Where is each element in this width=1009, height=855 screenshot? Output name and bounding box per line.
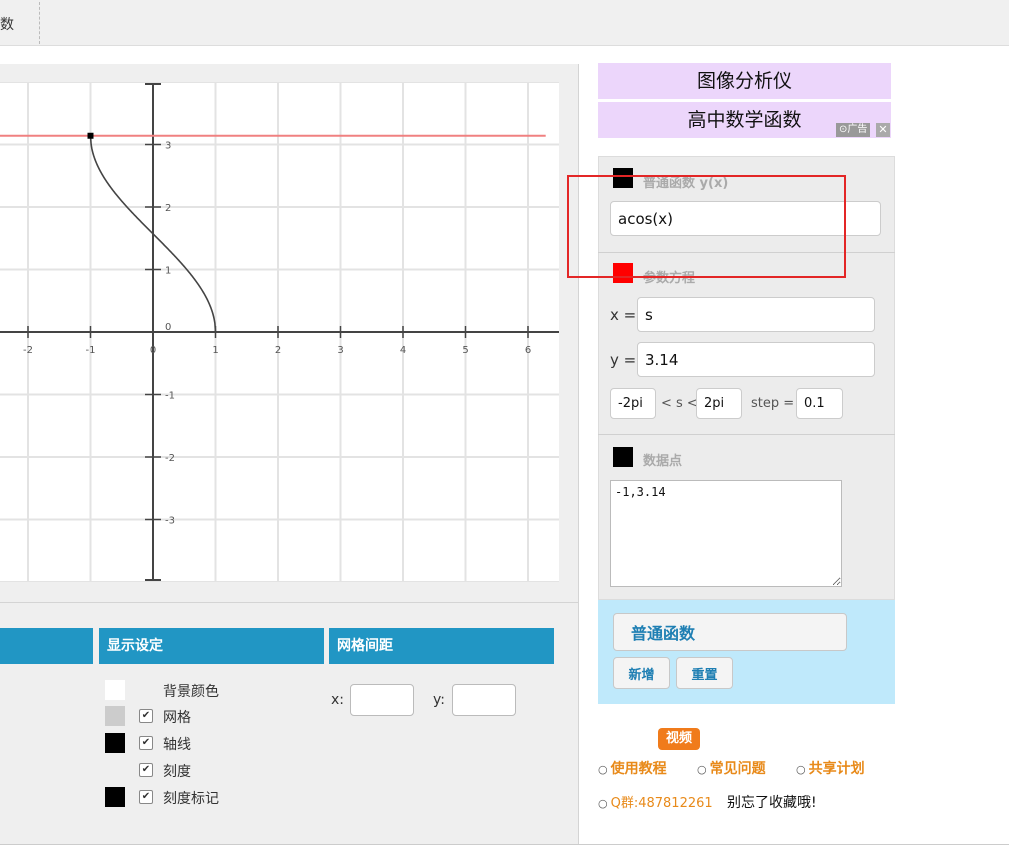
grid-y-label: y: xyxy=(433,692,445,708)
y-tick-label: 3 xyxy=(165,141,171,152)
s-min-input[interactable]: -2pi xyxy=(610,388,656,419)
points-textarea[interactable]: -1,3.14 xyxy=(610,480,842,587)
panel-divider xyxy=(0,602,578,603)
color-swatch[interactable] xyxy=(105,787,125,807)
qq-group-label: Q群:487812261 xyxy=(610,796,713,811)
faq-link-label: 常见问题 xyxy=(709,761,766,777)
s-max-input[interactable]: 2pi xyxy=(696,388,742,419)
share-link[interactable]: ○ 共享计划 xyxy=(796,758,865,778)
option-checkbox[interactable]: ✔ xyxy=(139,709,153,723)
display-settings-header: 显示设定 xyxy=(99,628,324,664)
parametric-color-swatch[interactable] xyxy=(613,263,633,283)
points-color-swatch[interactable] xyxy=(613,447,633,467)
y-tick-label: -2 xyxy=(165,453,175,464)
function-input[interactable]: acos(x) xyxy=(610,201,881,236)
param-y-label: y = xyxy=(610,351,637,369)
x-tick-label: 2 xyxy=(275,345,281,356)
grid-y-input[interactable] xyxy=(452,684,516,716)
bullet-icon: ○ xyxy=(598,763,608,776)
y-tick-label: 2 xyxy=(165,203,171,214)
qq-group-link[interactable]: ○ Q群:487812261 xyxy=(598,792,713,811)
x-tick-label: -1 xyxy=(86,345,96,356)
color-swatch[interactable] xyxy=(105,733,125,753)
x-tick-label: 0 xyxy=(150,345,156,356)
option-label: 刻度 xyxy=(163,764,191,780)
param-x-label: x = xyxy=(610,306,637,324)
y-tick-label: -3 xyxy=(165,516,175,527)
points-section-title: 数据点 xyxy=(643,454,683,469)
param-y-input[interactable]: 3.14 xyxy=(637,342,875,377)
option-label: 网格 xyxy=(163,710,191,726)
option-label: 背景颜色 xyxy=(163,684,219,700)
grid-x-label: x: xyxy=(331,692,345,708)
top-bar: 数 xyxy=(0,0,1009,46)
reset-button[interactable]: 重置 xyxy=(676,657,733,689)
y-tick-label: -1 xyxy=(165,391,175,402)
option-checkbox[interactable]: ✔ xyxy=(139,763,153,777)
section-divider xyxy=(598,434,895,435)
option-label: 轴线 xyxy=(163,737,191,753)
function-section-title: 普通函数 y(x) xyxy=(643,176,729,191)
tutorial-link-label: 使用教程 xyxy=(610,761,667,777)
color-swatch[interactable] xyxy=(105,706,125,726)
share-link-label: 共享计划 xyxy=(808,761,865,777)
function-mode-button[interactable]: 普通函数 xyxy=(613,613,847,651)
y-tick-label: 0 xyxy=(165,322,171,333)
add-button[interactable]: 新增 xyxy=(613,657,670,689)
bottom-border xyxy=(0,844,1009,845)
video-badge[interactable]: 视频 xyxy=(658,728,700,750)
color-swatch[interactable] xyxy=(105,680,125,700)
ad-label: 广告 xyxy=(847,124,868,135)
bullet-icon: ○ xyxy=(796,763,806,776)
faq-link[interactable]: ○ 常见问题 xyxy=(697,758,766,778)
parametric-section-title: 参数方程 xyxy=(643,271,696,286)
analyzer-banner[interactable]: 图像分析仪 xyxy=(598,63,891,99)
x-tick-label: 5 xyxy=(462,345,468,356)
data-point xyxy=(87,132,94,139)
option-label: 刻度标记 xyxy=(163,791,219,807)
ad-badge[interactable]: ⊙广告 xyxy=(836,123,871,137)
x-tick-label: 3 xyxy=(337,345,343,356)
x-tick-label: -2 xyxy=(23,345,33,356)
tutorial-link[interactable]: ○ 使用教程 xyxy=(598,758,667,778)
tab-separator xyxy=(39,2,40,44)
option-checkbox[interactable]: ✔ xyxy=(139,790,153,804)
graph-svg[interactable]: -2 -1 0 1 2 3 4 5 6 3 2 1 0 -1 -2 -3 xyxy=(0,82,559,582)
grid-x-input[interactable] xyxy=(350,684,414,716)
param-x-input[interactable]: s xyxy=(637,297,875,332)
ad-close-icon[interactable]: ✕ xyxy=(876,123,890,137)
tab-functions[interactable]: 数 xyxy=(0,14,14,34)
s-range-label: < s < xyxy=(661,396,698,411)
function-color-swatch[interactable] xyxy=(613,168,633,188)
bullet-icon: ○ xyxy=(697,763,707,776)
bullet-icon: ○ xyxy=(598,797,608,810)
step-input[interactable]: 0.1 xyxy=(796,388,843,419)
x-tick-label: 6 xyxy=(525,345,531,356)
graph-canvas[interactable]: -2 -1 0 1 2 3 4 5 6 3 2 1 0 -1 -2 -3 xyxy=(0,82,559,582)
x-tick-label: 1 xyxy=(212,345,218,356)
x-tick-label: 4 xyxy=(400,345,406,356)
section-divider xyxy=(598,252,895,253)
settings-header-left xyxy=(0,628,93,664)
option-checkbox[interactable]: ✔ xyxy=(139,736,153,750)
step-label: step = xyxy=(751,396,795,411)
grid-spacing-header: 网格间距 xyxy=(329,628,554,664)
y-tick-label: 1 xyxy=(165,266,171,277)
bookmark-reminder: 别忘了收藏哦! xyxy=(727,795,817,811)
